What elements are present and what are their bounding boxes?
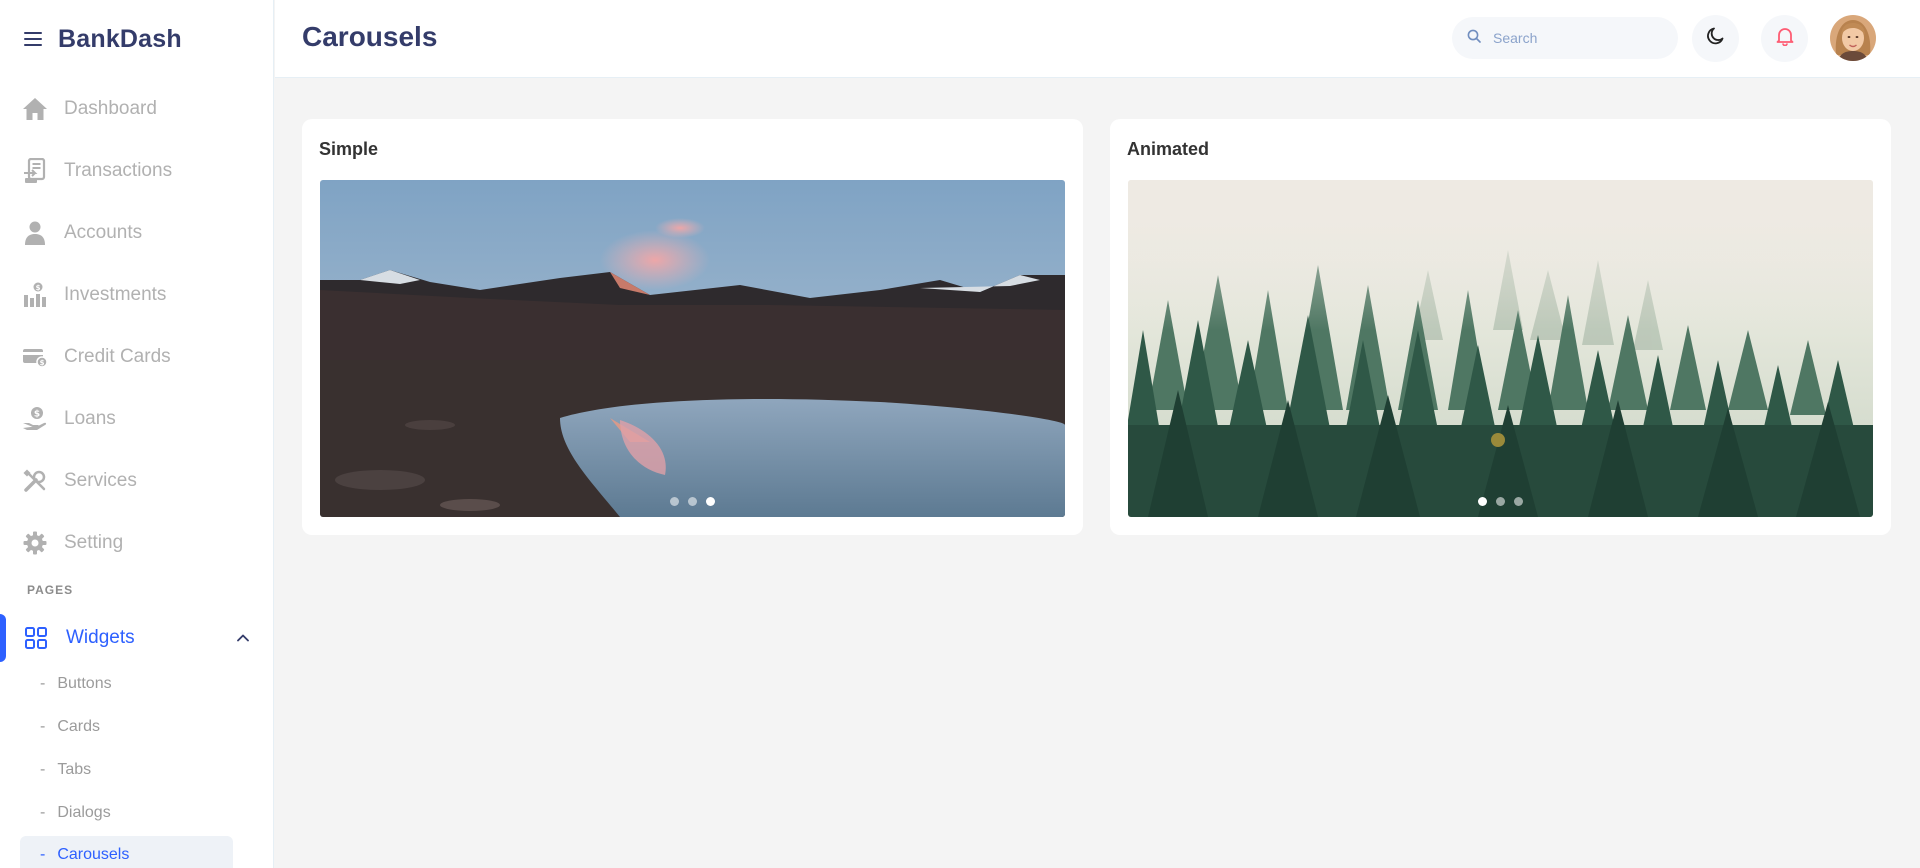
- carousel-dot[interactable]: [1514, 497, 1523, 506]
- sidebar-nav: Dashboard Transactions Accounts $ Invest…: [0, 78, 273, 574]
- notifications-button[interactable]: [1761, 15, 1808, 62]
- card-title: Animated: [1127, 139, 1210, 159]
- subnav-item-dialogs[interactable]: - Dialogs: [20, 791, 233, 834]
- sidebar-item-dashboard[interactable]: Dashboard: [0, 78, 273, 140]
- subnav-item-label: Dialogs: [57, 803, 111, 821]
- home-icon: [22, 96, 48, 122]
- carousel-slide[interactable]: [320, 180, 1065, 517]
- gear-icon: [22, 530, 48, 556]
- carousel-dot[interactable]: [670, 497, 679, 506]
- svg-text:$: $: [40, 359, 45, 367]
- sidebar-item-investments[interactable]: $ Investments: [0, 264, 273, 326]
- active-indicator: [0, 614, 6, 662]
- sidebar-item-accounts[interactable]: Accounts: [0, 202, 273, 264]
- top-header: Carousels: [275, 0, 1920, 78]
- sidebar-item-setting[interactable]: Setting: [0, 512, 273, 574]
- carousel-dot-active[interactable]: [706, 497, 715, 506]
- carousel-dot[interactable]: [688, 497, 697, 506]
- sidebar-item-transactions[interactable]: Transactions: [0, 140, 273, 202]
- misty-forest-photo: [1128, 180, 1873, 517]
- subnav-item-carousels[interactable]: - Carousels: [20, 836, 233, 868]
- widgets-subnav: - Buttons - Cards - Tabs - Dialogs - Carousel…: [20, 662, 233, 868]
- sidebar-item-widgets[interactable]: Widgets: [0, 614, 273, 662]
- carousel-card-animated: Animated: [1110, 119, 1891, 535]
- sidebar-item-label: Transactions: [64, 160, 173, 181]
- section-label-pages: PAGES: [27, 583, 74, 597]
- sidebar-item-label: Setting: [64, 532, 124, 553]
- transfer-icon: [22, 158, 48, 184]
- carousel-indicators: [320, 497, 1065, 506]
- brand-name: BankDash: [58, 24, 182, 53]
- subnav-item-label: Tabs: [57, 760, 92, 778]
- theme-toggle-button[interactable]: [1692, 15, 1739, 62]
- carousel-indicators: [1128, 497, 1873, 506]
- sidebar-item-label: Dashboard: [64, 98, 157, 119]
- sidebar-item-services[interactable]: Services: [0, 450, 273, 512]
- sidebar-item-credit-cards[interactable]: $ Credit Cards: [0, 326, 273, 388]
- subnav-item-buttons[interactable]: - Buttons: [20, 662, 233, 705]
- credit-card-icon: $: [22, 344, 48, 370]
- search-input[interactable]: [1493, 30, 1663, 46]
- mountain-lake-photo: [320, 180, 1065, 517]
- carousel-card-simple: Simple: [302, 119, 1083, 535]
- subnav-item-cards[interactable]: - Cards: [20, 705, 233, 748]
- card-title: Simple: [319, 139, 379, 159]
- sidebar-item-loans[interactable]: $ Loans: [0, 388, 273, 450]
- brand: BankDash: [0, 0, 273, 78]
- subnav-item-label: Carousels: [57, 846, 130, 863]
- carousel-dot[interactable]: [1496, 497, 1505, 506]
- investment-icon: $: [22, 282, 48, 308]
- sidebar: BankDash Dashboard Transactions Accounts…: [0, 0, 274, 868]
- page-title: Carousels: [302, 21, 438, 52]
- search-box[interactable]: [1452, 17, 1678, 59]
- svg-text:$: $: [34, 410, 40, 420]
- moon-icon: [1706, 26, 1726, 51]
- sidebar-item-label: Investments: [64, 284, 167, 305]
- menu-icon[interactable]: [24, 32, 42, 46]
- carousel-slide[interactable]: [1128, 180, 1873, 517]
- chevron-up-icon[interactable]: [234, 629, 252, 647]
- carousel-dot-active[interactable]: [1478, 497, 1487, 506]
- user-icon: [22, 220, 48, 246]
- subnav-item-label: Buttons: [57, 674, 112, 692]
- svg-text:$: $: [36, 284, 41, 292]
- sidebar-item-label: Accounts: [64, 222, 143, 243]
- grid-icon: [24, 626, 48, 650]
- search-icon: [1467, 29, 1481, 48]
- avatar[interactable]: [1830, 15, 1876, 61]
- loan-icon: $: [22, 406, 48, 432]
- sidebar-item-label: Widgets: [66, 627, 135, 648]
- services-icon: [22, 468, 48, 494]
- subnav-item-label: Cards: [57, 717, 101, 735]
- sidebar-item-label: Credit Cards: [64, 346, 171, 367]
- sidebar-item-label: Services: [64, 470, 137, 491]
- subnav-item-tabs[interactable]: - Tabs: [20, 748, 233, 791]
- sidebar-item-label: Loans: [64, 408, 116, 429]
- bell-icon: [1775, 26, 1795, 51]
